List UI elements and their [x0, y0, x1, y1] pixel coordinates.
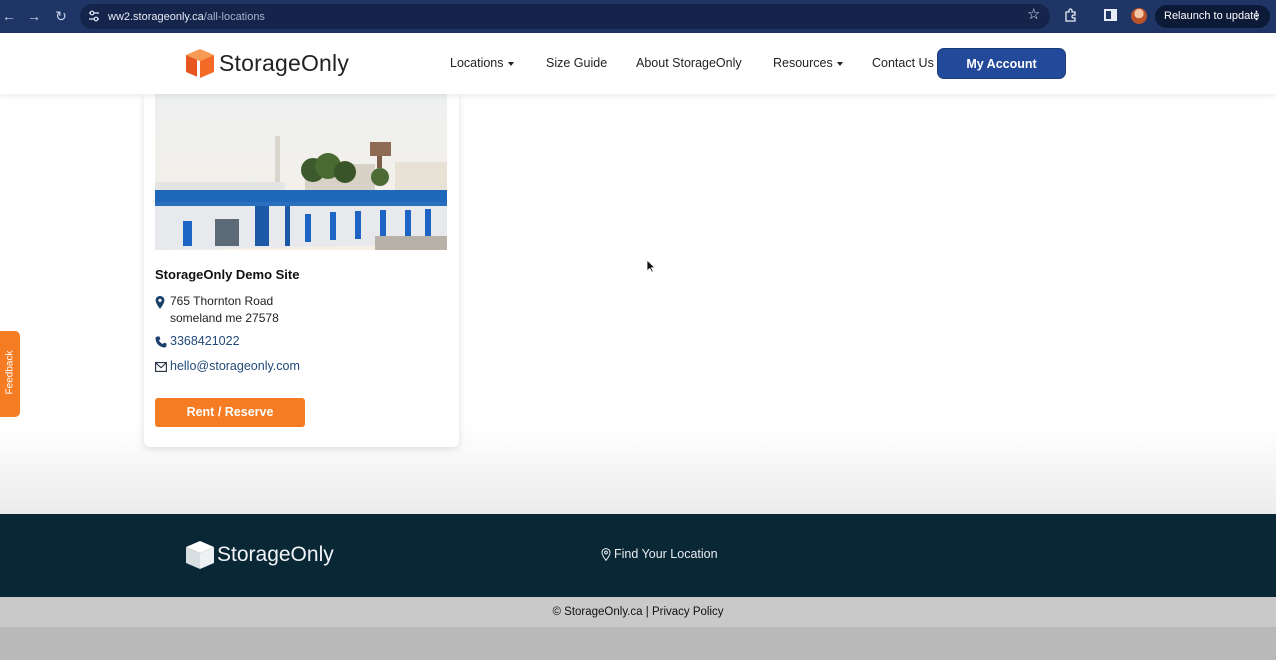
rent-reserve-button[interactable]: Rent / Reserve [155, 398, 305, 427]
browser-toolbar: ← → ↻ ww2.storageonly.ca/all-locations ☆… [0, 0, 1276, 33]
extensions-icon[interactable] [1064, 8, 1078, 22]
map-pin-icon [601, 547, 611, 561]
nav-locations[interactable]: Locations [450, 56, 514, 70]
footer-logo[interactable]: StorageOnly [184, 539, 334, 571]
find-location-link[interactable]: Find Your Location [601, 547, 718, 561]
address-line-2: someland me 27578 [170, 311, 279, 325]
site-settings-icon[interactable] [88, 10, 100, 22]
copyright-bar: © StorageOnly.ca | Privacy Policy [0, 597, 1276, 627]
url-host: ww2.storageonly.ca [108, 10, 204, 23]
copyright-text[interactable]: © StorageOnly.ca | Privacy Policy [552, 606, 723, 618]
location-name[interactable]: StorageOnly Demo Site [155, 267, 299, 282]
nav-size-guide[interactable]: Size Guide [546, 56, 607, 70]
site-logo[interactable]: StorageOnly [183, 46, 349, 80]
facility-photo [155, 94, 447, 250]
url-path: /all-locations [203, 10, 265, 23]
more-menu-icon[interactable]: ⋮ [1251, 5, 1262, 28]
bookmark-star-icon[interactable]: ☆ [1027, 7, 1043, 23]
feedback-tab[interactable]: Feedback [0, 331, 20, 417]
my-account-button[interactable]: My Account [937, 48, 1066, 79]
phone-icon [155, 336, 167, 348]
relaunch-button[interactable]: Relaunch to update ⋮ [1155, 5, 1270, 28]
mail-icon [155, 362, 167, 372]
location-phone[interactable]: 3368421022 [170, 334, 240, 348]
address-bar[interactable]: ww2.storageonly.ca/all-locations [80, 4, 1050, 29]
footer-logo-text: StorageOnly [217, 543, 334, 566]
side-panel-icon[interactable] [1104, 9, 1117, 21]
relaunch-label: Relaunch to update [1164, 10, 1260, 22]
site-footer: StorageOnly Find Your Location [0, 514, 1276, 597]
profile-avatar[interactable] [1131, 8, 1147, 24]
reload-icon[interactable]: ↻ [52, 7, 70, 25]
nav-locations-label: Locations [450, 56, 504, 70]
site-header: StorageOnly Locations Size Guide About S… [0, 33, 1276, 94]
forward-icon[interactable]: → [25, 7, 43, 25]
logo-text: StorageOnly [219, 49, 350, 76]
feedback-label: Feedback [4, 350, 16, 395]
location-card: StorageOnly Demo Site 765 Thornton Road … [144, 94, 459, 447]
location-address: 765 Thornton Road someland me 27578 [170, 293, 279, 327]
caret-down-icon [507, 61, 514, 66]
map-pin-icon [155, 296, 165, 309]
nav-contact[interactable]: Contact Us [872, 56, 934, 70]
location-email[interactable]: hello@storageonly.com [170, 359, 300, 373]
mouse-cursor-icon [646, 259, 656, 273]
nav-resources-label: Resources [773, 56, 833, 70]
footer-cube-icon [186, 541, 214, 569]
back-icon[interactable]: ← [0, 7, 18, 25]
find-location-label: Find Your Location [614, 547, 718, 561]
caret-down-icon [836, 61, 843, 66]
logo-cube-icon [186, 49, 214, 78]
nav-resources[interactable]: Resources [773, 56, 843, 70]
nav-about[interactable]: About StorageOnly [636, 56, 742, 70]
page-bottom-band [0, 627, 1276, 660]
address-line-1: 765 Thornton Road [170, 294, 274, 308]
